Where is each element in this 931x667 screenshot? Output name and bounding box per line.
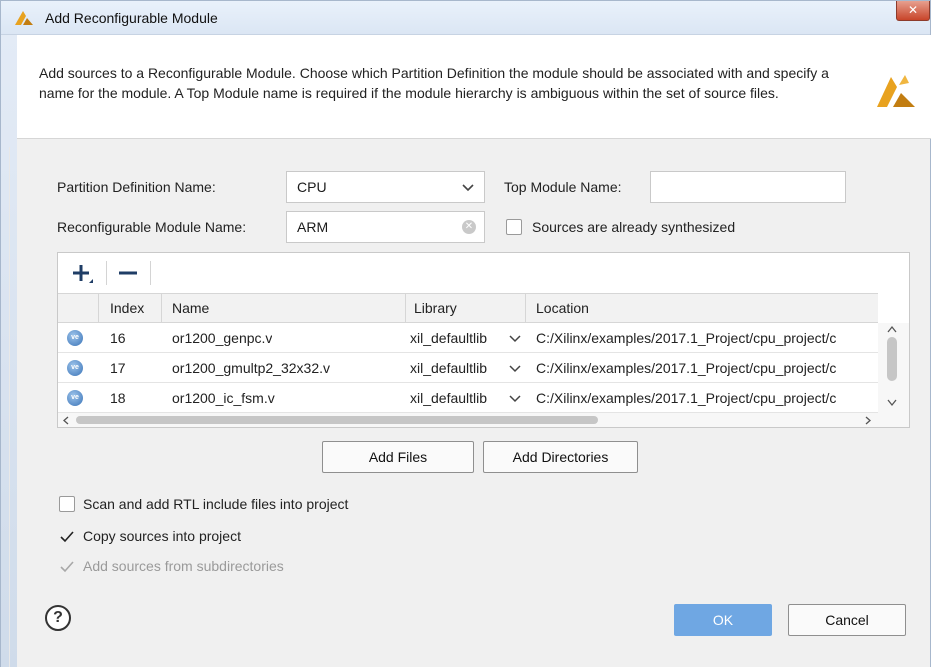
table-header: Index Name Library Location (58, 293, 878, 324)
toolbar-divider (106, 261, 107, 285)
vertical-scrollbar[interactable] (878, 323, 909, 427)
chevron-down-icon (462, 184, 474, 192)
close-button[interactable]: ✕ (896, 1, 930, 21)
copy-sources-label: Copy sources into project (83, 528, 241, 544)
top-module-label: Top Module Name: (504, 179, 622, 195)
add-directories-button[interactable]: Add Directories (483, 441, 638, 473)
reconfigurable-module-input[interactable]: ARM ✕ (286, 211, 485, 243)
remove-icon[interactable] (113, 259, 143, 287)
xilinx-logo-icon (15, 11, 33, 25)
row-library[interactable]: xil_defaultlib (410, 390, 487, 406)
add-subdirectories-label: Add sources from subdirectories (83, 558, 284, 574)
xilinx-logo-icon (877, 75, 915, 107)
row-name: or1200_gmultp2_32x32.v (172, 360, 331, 376)
window-title: Add Reconfigurable Module (45, 10, 218, 26)
top-module-input[interactable] (650, 171, 846, 203)
header-description: Add sources to a Reconfigurable Module. … (39, 65, 829, 101)
sources-synthesized-checkbox[interactable] (506, 219, 522, 235)
copy-sources-checkbox[interactable] (59, 529, 75, 545)
row-index: 16 (110, 330, 126, 346)
verilog-file-icon: ve (67, 360, 83, 376)
row-index: 18 (110, 390, 126, 406)
verilog-file-icon: ve (67, 330, 83, 346)
title-bar: Add Reconfigurable Module ✕ (1, 1, 930, 35)
add-subdirectories-checkbox (60, 561, 74, 573)
column-header-library[interactable]: Library (414, 300, 457, 316)
scan-rtl-checkbox[interactable] (59, 496, 75, 512)
row-location: C:/Xilinx/examples/2017.1_Project/cpu_pr… (536, 390, 837, 406)
partition-definition-value: CPU (297, 179, 327, 195)
scroll-left-icon[interactable] (62, 416, 70, 425)
reconfigurable-module-label: Reconfigurable Module Name: (57, 219, 247, 235)
scan-rtl-label: Scan and add RTL include files into proj… (83, 496, 349, 512)
add-icon[interactable] (67, 259, 97, 287)
sources-synthesized-label: Sources are already synthesized (532, 219, 736, 235)
scroll-right-icon[interactable] (864, 416, 872, 425)
horizontal-scroll-thumb[interactable] (76, 416, 598, 424)
chevron-down-icon[interactable] (509, 332, 521, 344)
row-location: C:/Xilinx/examples/2017.1_Project/cpu_pr… (536, 360, 837, 376)
toolbar-divider (150, 261, 151, 285)
row-name: or1200_genpc.v (172, 330, 273, 346)
chevron-down-icon[interactable] (509, 362, 521, 374)
row-location: C:/Xilinx/examples/2017.1_Project/cpu_pr… (536, 330, 837, 346)
table-row[interactable]: ve 16 or1200_genpc.v xil_defaultlib C:/X… (58, 323, 878, 353)
table-row[interactable]: ve 17 or1200_gmultp2_32x32.v xil_default… (58, 353, 878, 383)
partition-definition-label: Partition Definition Name: (57, 179, 216, 195)
partition-definition-select[interactable]: CPU (286, 171, 485, 203)
column-header-name[interactable]: Name (172, 300, 209, 316)
column-header-location[interactable]: Location (536, 300, 589, 316)
column-header-index[interactable]: Index (110, 300, 144, 316)
window-left-border (1, 35, 17, 667)
dialog-body: Partition Definition Name: CPU Top Modul… (17, 139, 930, 667)
ok-button[interactable]: OK (674, 604, 772, 636)
scroll-down-icon[interactable] (887, 399, 897, 407)
reconfigurable-module-value: ARM (297, 219, 329, 235)
help-icon[interactable]: ? (45, 605, 71, 631)
table-row[interactable]: ve 18 or1200_ic_fsm.v xil_defaultlib C:/… (58, 383, 878, 413)
chevron-down-icon[interactable] (509, 392, 521, 404)
verilog-file-icon: ve (67, 390, 83, 406)
table-toolbar (58, 253, 909, 293)
cancel-button[interactable]: Cancel (788, 604, 906, 636)
row-library[interactable]: xil_defaultlib (410, 330, 487, 346)
clear-icon[interactable]: ✕ (462, 220, 476, 234)
scroll-up-icon[interactable] (887, 325, 897, 333)
sources-table: Index Name Library Location ve 16 or1200… (57, 252, 910, 428)
horizontal-scrollbar[interactable] (58, 413, 878, 427)
vertical-scroll-thumb[interactable] (887, 337, 897, 381)
add-files-button[interactable]: Add Files (322, 441, 474, 473)
row-library[interactable]: xil_defaultlib (410, 360, 487, 376)
dialog-window: Add Reconfigurable Module ✕ Add sources … (0, 0, 931, 667)
row-index: 17 (110, 360, 126, 376)
dialog-header: Add sources to a Reconfigurable Module. … (17, 35, 931, 139)
row-name: or1200_ic_fsm.v (172, 390, 275, 406)
